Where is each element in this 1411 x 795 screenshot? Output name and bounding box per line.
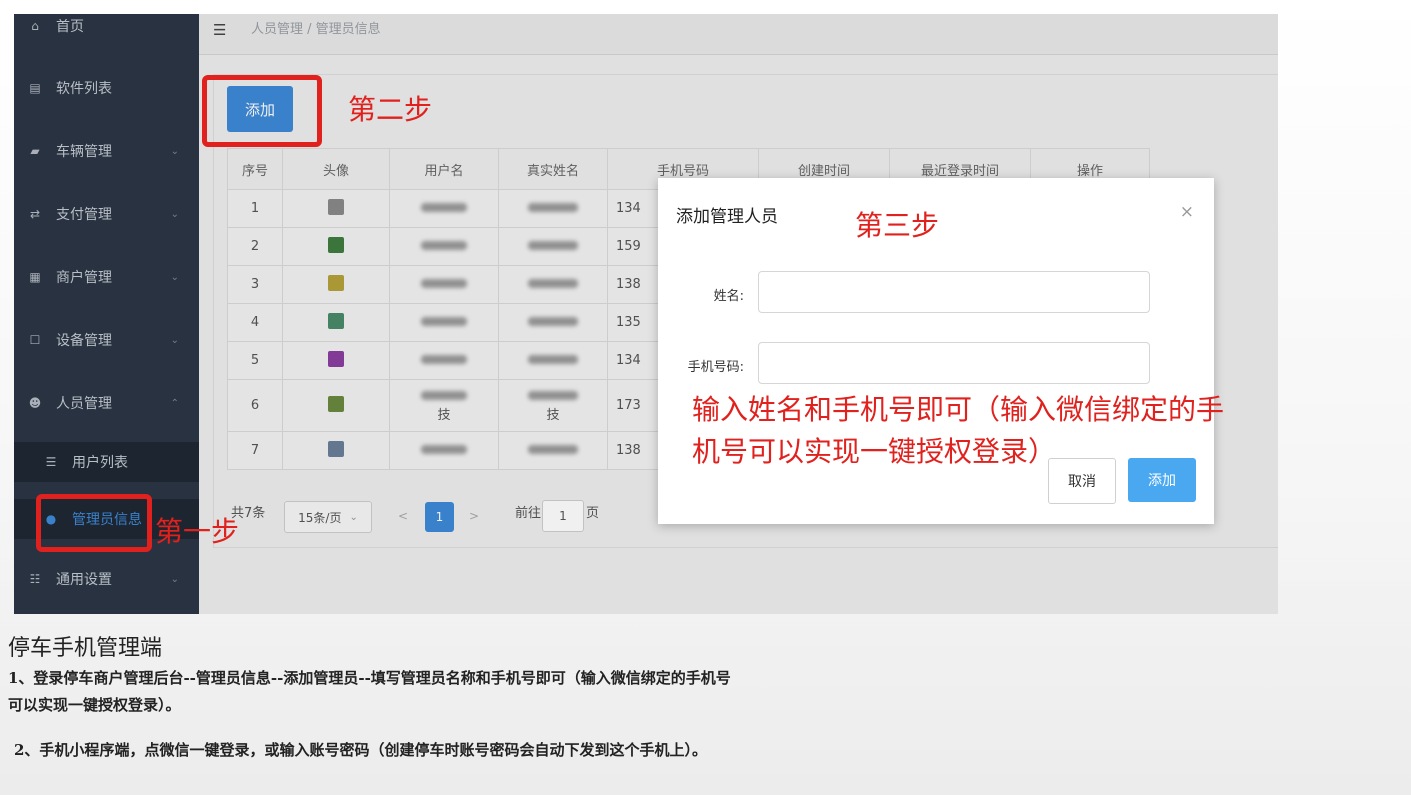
annotation-box-step2 (202, 75, 322, 147)
caption-line3: 2、手机小程序端，点微信一键登录，或输入账号密码（创建停车时账号密码会自动下发到… (14, 741, 707, 759)
dialog-title: 添加管理人员 (676, 207, 778, 227)
caption-line2: 可以实现一键授权登录）。 (8, 696, 181, 714)
annotation-note-line2: 机号可以实现一键授权登录） (692, 435, 1057, 468)
annotation-step3: 第三步 (855, 209, 940, 242)
annotation-box-step1 (36, 494, 152, 552)
annotation-note-line1: 输入姓名和手机号即可（输入微信绑定的手 (692, 393, 1225, 426)
close-icon[interactable]: × (1180, 202, 1194, 222)
caption-line1: 1、登录停车商户管理后台--管理员信息--添加管理员--填写管理员名称和手机号即… (8, 669, 731, 687)
cancel-button[interactable]: 取消 (1048, 458, 1116, 504)
name-label: 姓名: (713, 289, 744, 304)
name-field[interactable] (758, 271, 1150, 313)
caption-title: 停车手机管理端 (8, 636, 163, 661)
annotation-step1: 第一步 (155, 515, 240, 548)
annotation-step2: 第二步 (348, 93, 433, 126)
confirm-add-button[interactable]: 添加 (1128, 458, 1196, 502)
phone-field[interactable] (758, 342, 1150, 384)
phone-label: 手机号码: (687, 360, 744, 375)
